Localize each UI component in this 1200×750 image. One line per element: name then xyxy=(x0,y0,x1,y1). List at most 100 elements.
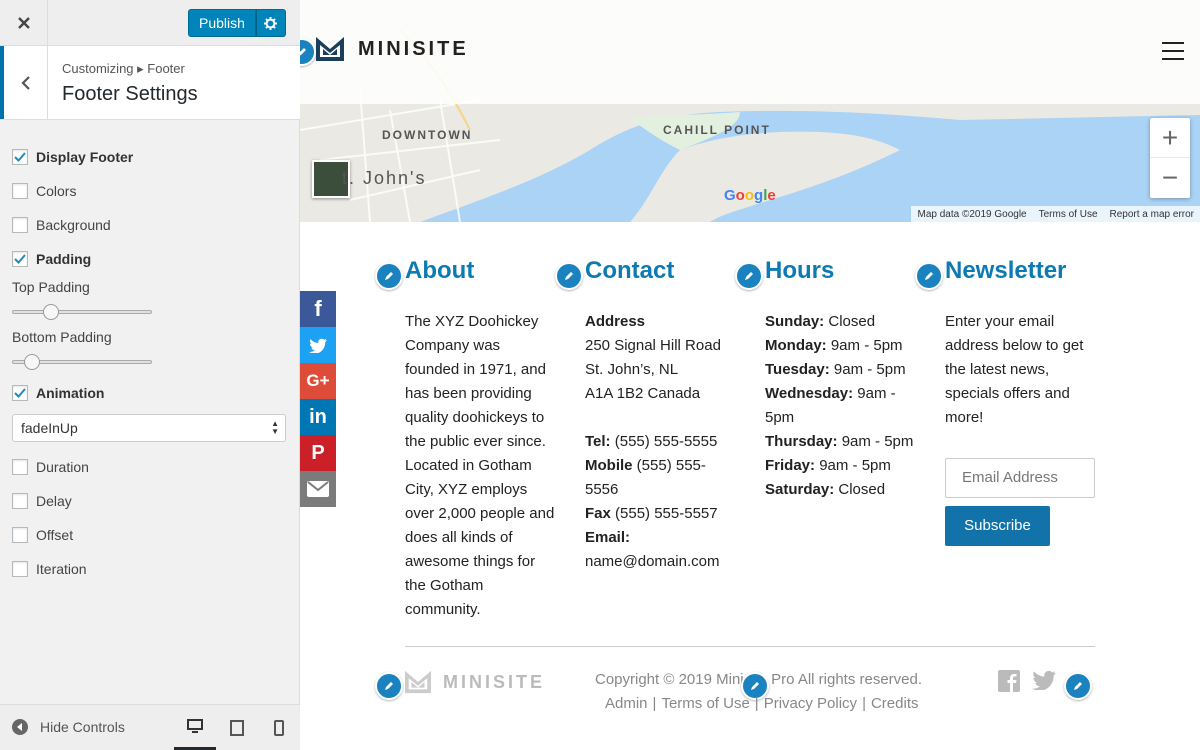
hide-controls-button[interactable]: Hide Controls xyxy=(12,719,125,735)
checkbox-label: Duration xyxy=(36,459,89,475)
facebook-share-button[interactable]: f xyxy=(300,291,336,327)
tablet-preview-button[interactable] xyxy=(216,705,258,750)
twitter-share-button[interactable] xyxy=(300,327,336,363)
newsletter-heading: Newsletter xyxy=(945,257,1067,284)
map-label-downtown: DOWNTOWN xyxy=(382,128,473,142)
subscribe-button[interactable]: Subscribe xyxy=(945,506,1050,546)
footer-about-column: About The XYZ Doohickey Company was foun… xyxy=(405,256,557,618)
email-value[interactable]: name@domain.com xyxy=(585,550,735,574)
publish-button[interactable]: Publish xyxy=(188,9,256,37)
checkbox-box[interactable] xyxy=(12,493,28,509)
duration-checkbox[interactable]: Duration xyxy=(12,450,288,484)
checkbox-box[interactable] xyxy=(12,251,28,267)
google-plus-icon: G+ xyxy=(306,371,330,390)
top-padding-slider[interactable] xyxy=(12,298,288,326)
logo-text: MINISITE xyxy=(358,37,469,60)
edit-shortcut-hours[interactable] xyxy=(735,262,763,290)
publish-settings-button[interactable] xyxy=(255,9,286,37)
background-checkbox[interactable]: Background xyxy=(12,208,288,242)
hours-row: Tuesday: 9am - 5pm xyxy=(765,358,920,382)
bottom-padding-slider[interactable] xyxy=(12,348,288,376)
desktop-preview-button[interactable] xyxy=(174,705,216,750)
delay-checkbox[interactable]: Delay xyxy=(12,484,288,518)
pencil-icon xyxy=(565,272,573,280)
pencil-icon xyxy=(385,272,393,280)
address-label: Address xyxy=(585,313,646,330)
checkbox-box[interactable] xyxy=(12,183,28,199)
checkbox-box[interactable] xyxy=(12,527,28,543)
footer-link-credits[interactable]: Credits xyxy=(871,695,919,712)
edit-shortcut-footer-logo[interactable] xyxy=(375,672,403,700)
edit-shortcut-newsletter[interactable] xyxy=(915,262,943,290)
twitter-icon[interactable] xyxy=(1032,670,1056,690)
hours-day: Tuesday: xyxy=(765,361,830,378)
close-button[interactable] xyxy=(0,0,48,46)
facebook-icon[interactable] xyxy=(998,670,1020,692)
animation-select[interactable]: fadeInUp ▲ ▼ xyxy=(12,414,286,442)
mobile-preview-button[interactable] xyxy=(258,705,300,750)
address-line: A1A 1B2 Canada xyxy=(585,385,701,402)
hours-row: Thursday: 9am - 5pm xyxy=(765,430,920,454)
linkedin-share-button[interactable]: in xyxy=(300,399,336,435)
email-share-button[interactable] xyxy=(300,471,336,507)
map-zoom-controls: + − xyxy=(1150,118,1190,198)
edit-shortcut-about[interactable] xyxy=(375,262,403,290)
checkmark-icon xyxy=(14,388,26,398)
hours-row: Friday: 9am - 5pm xyxy=(765,454,920,478)
display-footer-checkbox[interactable]: Display Footer xyxy=(12,140,288,174)
email-icon xyxy=(307,481,329,497)
checkbox-box[interactable] xyxy=(12,217,28,233)
checkbox-label: Colors xyxy=(36,183,77,199)
offset-checkbox[interactable]: Offset xyxy=(12,518,288,552)
footer-link-admin[interactable]: Admin xyxy=(605,695,648,712)
hours-list: Sunday: Closed Monday: 9am - 5pm Tuesday… xyxy=(765,310,920,502)
tablet-icon xyxy=(230,720,244,736)
map-data-text: Map data ©2019 Google xyxy=(917,208,1027,220)
tel-label: Tel: xyxy=(585,433,611,450)
site-logo[interactable]: MINISITE xyxy=(316,37,469,61)
zoom-out-button[interactable]: − xyxy=(1150,158,1190,198)
padding-checkbox[interactable]: Padding xyxy=(12,242,288,276)
menu-button[interactable] xyxy=(1162,42,1184,60)
hours-day: Sunday: xyxy=(765,313,825,330)
zoom-in-button[interactable]: + xyxy=(1150,118,1190,158)
hours-day: Monday: xyxy=(765,337,827,354)
link-separator: | xyxy=(652,695,657,712)
footer-logo[interactable]: MINISITE xyxy=(405,670,545,694)
footer-link-privacy[interactable]: Privacy Policy xyxy=(764,695,857,712)
hours-day: Saturday: xyxy=(765,481,835,498)
hours-day: Thursday: xyxy=(765,433,838,450)
map-terms-link[interactable]: Terms of Use xyxy=(1033,209,1104,220)
google-plus-share-button[interactable]: G+ xyxy=(300,363,336,399)
pinterest-share-button[interactable]: P xyxy=(300,435,336,471)
hours-time: 9am - 5pm xyxy=(819,457,891,474)
back-button[interactable] xyxy=(0,46,48,119)
checkbox-label: Background xyxy=(36,217,111,233)
about-text: The XYZ Doohickey Company was founded in… xyxy=(405,313,555,618)
footer-social-links xyxy=(998,670,1056,692)
fax-label: Fax xyxy=(585,505,611,522)
checkbox-box[interactable] xyxy=(12,385,28,401)
checkbox-label: Delay xyxy=(36,493,72,509)
checkbox-box[interactable] xyxy=(12,561,28,577)
checkbox-box[interactable] xyxy=(12,459,28,475)
animation-checkbox[interactable]: Animation xyxy=(12,376,288,410)
checkbox-box[interactable] xyxy=(12,149,28,165)
email-label: Email: xyxy=(585,529,631,546)
social-share-bar: f G+ in P xyxy=(300,291,336,507)
map-report-link[interactable]: Report a map error xyxy=(1104,209,1200,220)
breadcrumb: Customizing ▸ Footer xyxy=(62,61,185,76)
edit-shortcut-contact[interactable] xyxy=(555,262,583,290)
footer-link-terms[interactable]: Terms of Use xyxy=(661,695,749,712)
link-separator: | xyxy=(754,695,759,712)
section-header: Customizing ▸ Footer Footer Settings xyxy=(0,46,300,120)
slider-handle[interactable] xyxy=(24,354,41,370)
newsletter-email-input[interactable]: Email Address xyxy=(945,458,1095,498)
gear-icon xyxy=(264,16,278,30)
edit-shortcut-social[interactable] xyxy=(1064,672,1092,700)
colors-checkbox[interactable]: Colors xyxy=(12,174,288,208)
checkbox-label: Animation xyxy=(36,385,105,401)
fax-value: (555) 555-5557 xyxy=(615,505,718,522)
iteration-checkbox[interactable]: Iteration xyxy=(12,552,288,586)
slider-handle[interactable] xyxy=(43,304,59,320)
